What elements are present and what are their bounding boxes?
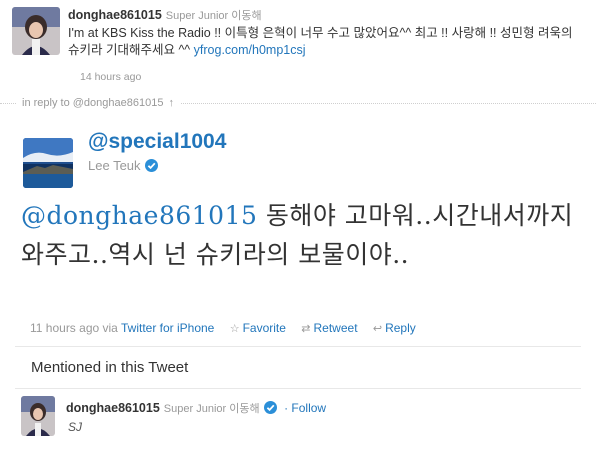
via-label: via: [102, 321, 118, 335]
mentioned-screen-name[interactable]: donghae861015: [66, 401, 160, 415]
tweet-timestamp[interactable]: 14 hours ago: [80, 71, 141, 83]
avatar[interactable]: [12, 7, 60, 55]
main-screen-name[interactable]: @special1004: [88, 130, 226, 154]
retweet-icon: ⇄: [301, 323, 311, 335]
main-real-name: Lee Teuk: [88, 158, 141, 173]
real-name: Super Junior 이동해: [165, 10, 262, 22]
tweet-meta: 11 hours ago via Twitter for iPhone ☆ Fav…: [30, 321, 416, 335]
section-divider: [15, 346, 581, 347]
main-avatar[interactable]: [23, 138, 73, 188]
avatar-photo-icon: [21, 396, 55, 436]
verified-badge-icon: [263, 401, 277, 414]
tweet-body: I'm at KBS Kiss the Radio !! 이특형 은혁이 너무 …: [68, 26, 573, 57]
avatar-photo-icon: [12, 7, 60, 55]
mentioned-heading: Mentioned in this Tweet: [31, 359, 189, 376]
retweet-label: Retweet: [313, 321, 358, 335]
landscape-photo-icon: [23, 138, 73, 188]
mentioned-avatar[interactable]: [21, 396, 55, 436]
main-tweet-text: @donghae861015 동해야 고마워..시간내서까지 와주고..역시 넌…: [21, 196, 576, 274]
tweet-author[interactable]: donghae861015 Super Junior 이동해: [68, 7, 262, 23]
mention-link[interactable]: @donghae861015: [21, 201, 257, 230]
reply-label: Reply: [385, 321, 416, 335]
reply-button[interactable]: ↩ Reply: [373, 321, 416, 335]
follow-button[interactable]: · Follow: [284, 401, 326, 415]
in-reply-to-label: in reply to @donghae861015: [22, 97, 164, 109]
follow-icon: ·: [284, 401, 289, 415]
mentioned-user: donghae861015 Super Junior 이동해 · Follow: [66, 400, 326, 416]
arrow-up-icon: ↑: [168, 97, 175, 109]
source-link[interactable]: Twitter for iPhone: [121, 321, 214, 335]
favorite-label: Favorite: [242, 321, 286, 335]
mentioned-bio: SJ: [68, 420, 83, 434]
star-icon: ☆: [229, 323, 240, 335]
screen-name[interactable]: donghae861015: [68, 8, 162, 22]
favorite-button[interactable]: ☆ Favorite: [230, 321, 286, 335]
follow-label: Follow: [291, 401, 327, 415]
mentioned-real-name: Super Junior 이동해: [163, 403, 260, 415]
reply-icon: ↩: [372, 323, 383, 335]
in-reply-to-link[interactable]: in reply to @donghae861015 ↑: [16, 97, 181, 109]
retweet-button[interactable]: ⇄ Retweet: [301, 321, 357, 335]
main-author-line: Lee Teuk: [88, 158, 158, 173]
tweet-link[interactable]: yfrog.com/h0mp1csj: [194, 43, 306, 57]
verified-badge-icon: [144, 159, 158, 172]
main-timestamp[interactable]: 11 hours ago: [30, 321, 99, 335]
tweet-text: I'm at KBS Kiss the Radio !! 이특형 은혁이 너무 …: [68, 25, 583, 59]
section-divider: [15, 388, 581, 389]
